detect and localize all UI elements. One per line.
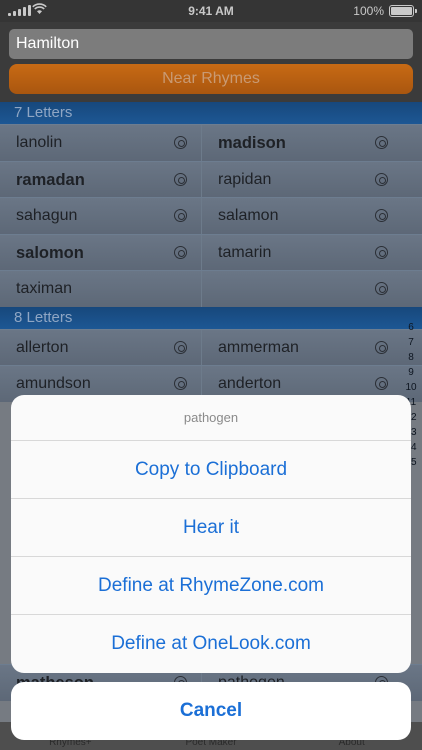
audio-icon[interactable] — [174, 209, 187, 222]
table-row: taximan — [0, 270, 422, 307]
rhyme-word: madison — [218, 134, 286, 152]
rhyme-cell[interactable]: salomon — [0, 235, 201, 271]
search-input[interactable] — [9, 29, 413, 59]
cancel-button[interactable]: Cancel — [11, 682, 411, 740]
audio-icon[interactable] — [375, 340, 388, 354]
audio-icon[interactable] — [375, 136, 388, 149]
audio-icon[interactable] — [375, 282, 388, 295]
section-header-8-letters: 8 Letters — [0, 306, 422, 329]
define-rhymezone-button[interactable]: Define at RhymeZone.com — [11, 557, 411, 615]
header: Near Rhymes — [0, 22, 422, 102]
rhyme-cell[interactable]: taximan — [0, 271, 201, 307]
audio-icon[interactable] — [174, 136, 187, 149]
rhyme-cell[interactable]: ramadan — [0, 162, 201, 198]
table-row: ramadan rapidan — [0, 160, 422, 198]
rhyme-word: sahagun — [16, 207, 78, 224]
rhyme-cell[interactable]: lanolin — [0, 125, 201, 161]
copy-to-clipboard-button[interactable]: Copy to Clipboard — [11, 441, 411, 499]
audio-icon[interactable] — [174, 377, 187, 390]
rhyme-word: taximan — [16, 280, 73, 297]
audio-icon[interactable] — [375, 209, 388, 222]
hear-it-button[interactable]: Hear it — [11, 499, 411, 557]
rhyme-word: ramadan — [16, 170, 85, 189]
audio-icon[interactable] — [375, 245, 388, 259]
table-row: allerton ammerman — [0, 328, 422, 366]
battery-icon — [389, 5, 417, 17]
rhyme-word: allerton — [16, 338, 69, 356]
index-item[interactable]: 6 — [402, 322, 420, 334]
rhyme-word: tamarin — [218, 243, 272, 261]
table-row: sahagun salamon — [0, 197, 422, 234]
audio-icon[interactable] — [174, 245, 187, 259]
audio-icon[interactable] — [174, 340, 187, 354]
table-row: lanolin madison — [0, 124, 422, 161]
near-rhymes-button[interactable]: Near Rhymes — [9, 64, 413, 94]
action-sheet-title: pathogen — [11, 395, 411, 441]
audio-icon[interactable] — [174, 172, 187, 186]
index-item[interactable]: 10 — [402, 382, 420, 394]
index-item[interactable]: 8 — [402, 352, 420, 364]
rhyme-word: salamon — [218, 207, 279, 224]
audio-icon[interactable] — [375, 377, 388, 390]
rhyme-cell[interactable] — [201, 271, 402, 307]
battery-percent: 100% — [353, 4, 384, 18]
rhyme-cell[interactable]: rapidan — [201, 161, 402, 197]
rhyme-word: amundson — [16, 375, 91, 392]
rhyme-word: anderton — [218, 375, 282, 392]
rhyme-cell[interactable]: sahagun — [0, 198, 201, 234]
rhyme-cell[interactable]: tamarin — [201, 234, 402, 270]
rhyme-word: rapidan — [218, 170, 272, 188]
audio-icon[interactable] — [375, 172, 388, 186]
index-item[interactable]: 7 — [402, 337, 420, 349]
table-row: salomon tamarin — [0, 233, 422, 271]
status-bar: 9:41 AM 100% — [0, 0, 422, 22]
rhyme-cell[interactable]: salamon — [201, 198, 402, 234]
section-header-7-letters: 7 Letters — [0, 102, 422, 124]
rhyme-word: ammerman — [218, 338, 299, 356]
rhyme-word: lanolin — [16, 134, 63, 151]
rhyme-cell[interactable]: madison — [201, 125, 402, 161]
rhyme-cell[interactable]: allerton — [0, 330, 201, 366]
rhyme-cell[interactable]: ammerman — [201, 329, 402, 365]
index-item[interactable]: 9 — [402, 367, 420, 379]
rhyme-word: salomon — [16, 243, 84, 262]
define-onelook-button[interactable]: Define at OneLook.com — [11, 615, 411, 673]
action-sheet: pathogen Copy to Clipboard Hear it Defin… — [11, 395, 411, 673]
